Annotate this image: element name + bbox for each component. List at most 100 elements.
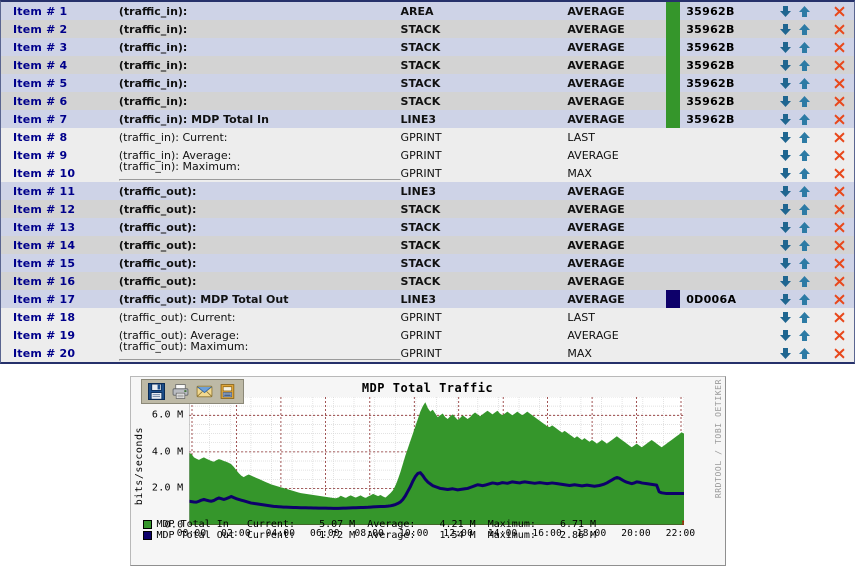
move-up-icon[interactable]: [798, 347, 811, 360]
move-up-icon[interactable]: [798, 149, 811, 162]
move-up-icon[interactable]: [798, 59, 811, 72]
move-down-icon[interactable]: [779, 113, 792, 126]
move-up-icon[interactable]: [798, 185, 811, 198]
move-up-icon[interactable]: [798, 23, 811, 36]
mail-icon[interactable]: [194, 382, 215, 402]
move-down-icon[interactable]: [779, 203, 792, 216]
delete-icon[interactable]: [833, 167, 845, 179]
move-down-icon[interactable]: [779, 5, 792, 18]
move-down-icon[interactable]: [779, 41, 792, 54]
move-down-icon[interactable]: [779, 77, 792, 90]
item-consolidation-function: AVERAGE: [567, 184, 625, 198]
item-number-link[interactable]: Item # 20: [1, 347, 119, 360]
move-up-icon[interactable]: [798, 131, 811, 144]
item-number-link[interactable]: Item # 3: [1, 41, 119, 54]
item-delete-cell: [824, 329, 854, 341]
move-up-icon[interactable]: [798, 77, 811, 90]
item-delete-cell: [824, 149, 854, 161]
move-down-icon[interactable]: [779, 311, 792, 324]
move-up-icon[interactable]: [798, 257, 811, 270]
delete-icon[interactable]: [833, 311, 845, 323]
item-number-link[interactable]: Item # 7: [1, 113, 119, 126]
print-icon[interactable]: [170, 382, 191, 402]
move-down-icon[interactable]: [779, 131, 792, 144]
copy-icon[interactable]: [218, 382, 239, 402]
move-up-icon[interactable]: [798, 95, 811, 108]
move-up-icon[interactable]: [798, 41, 811, 54]
move-down-icon[interactable]: [779, 95, 792, 108]
move-down-icon[interactable]: [779, 293, 792, 306]
item-consolidation-function: AVERAGE: [567, 40, 625, 54]
delete-icon[interactable]: [833, 239, 845, 251]
item-number-link[interactable]: Item # 15: [1, 257, 119, 270]
delete-icon[interactable]: [833, 113, 845, 125]
move-down-icon[interactable]: [779, 221, 792, 234]
item-number-link[interactable]: Item # 2: [1, 23, 119, 36]
item-number-link[interactable]: Item # 13: [1, 221, 119, 234]
graph-toolbar[interactable]: [140, 379, 244, 404]
item-number-link[interactable]: Item # 11: [1, 185, 119, 198]
move-up-icon[interactable]: [798, 293, 811, 306]
move-down-icon[interactable]: [779, 239, 792, 252]
legend-average-value: 1.54 M: [415, 530, 476, 541]
delete-icon[interactable]: [833, 293, 845, 305]
delete-icon[interactable]: [833, 203, 845, 215]
item-reorder-cell: [766, 293, 824, 306]
legend-item: MDP Total Out Current: 1.72 M Average: 1…: [142, 530, 596, 541]
move-up-icon[interactable]: [798, 311, 811, 324]
move-down-icon[interactable]: [779, 275, 792, 288]
move-down-icon[interactable]: [779, 167, 792, 180]
delete-icon[interactable]: [833, 5, 845, 17]
item-number-link[interactable]: Item # 12: [1, 203, 119, 216]
move-up-icon[interactable]: [798, 275, 811, 288]
item-reorder-cell: [766, 257, 824, 270]
delete-icon[interactable]: [833, 131, 845, 143]
color-swatch: [666, 74, 681, 92]
move-down-icon[interactable]: [779, 23, 792, 36]
item-reorder-cell: [766, 275, 824, 288]
delete-icon[interactable]: [833, 257, 845, 269]
move-up-icon[interactable]: [798, 5, 811, 18]
delete-icon[interactable]: [833, 95, 845, 107]
save-icon[interactable]: [146, 382, 167, 402]
item-number-link[interactable]: Item # 1: [1, 5, 119, 18]
delete-icon[interactable]: [833, 347, 845, 359]
delete-icon[interactable]: [833, 221, 845, 233]
item-number-link[interactable]: Item # 19: [1, 329, 119, 342]
item-number-link[interactable]: Item # 14: [1, 239, 119, 252]
item-number-link[interactable]: Item # 18: [1, 311, 119, 324]
move-up-icon[interactable]: [798, 203, 811, 216]
item-graph-type: GPRINT: [400, 166, 442, 180]
delete-icon[interactable]: [833, 329, 845, 341]
move-up-icon[interactable]: [798, 221, 811, 234]
move-up-icon[interactable]: [798, 329, 811, 342]
move-down-icon[interactable]: [779, 347, 792, 360]
move-down-icon[interactable]: [779, 149, 792, 162]
delete-icon[interactable]: [833, 275, 845, 287]
item-description: (traffic_out):: [118, 202, 197, 216]
move-up-icon[interactable]: [798, 239, 811, 252]
move-down-icon[interactable]: [779, 329, 792, 342]
item-number-link[interactable]: Item # 16: [1, 275, 119, 288]
delete-icon[interactable]: [833, 23, 845, 35]
move-down-icon[interactable]: [779, 185, 792, 198]
delete-icon[interactable]: [833, 149, 845, 161]
move-up-icon[interactable]: [798, 113, 811, 126]
move-down-icon[interactable]: [779, 59, 792, 72]
item-number-link[interactable]: Item # 8: [1, 131, 119, 144]
color-swatch: [666, 92, 681, 110]
move-up-icon[interactable]: [798, 167, 811, 180]
delete-icon[interactable]: [833, 185, 845, 197]
move-down-icon[interactable]: [779, 257, 792, 270]
delete-icon[interactable]: [833, 41, 845, 53]
color-swatch-empty: [666, 164, 680, 182]
item-number-link[interactable]: Item # 17: [1, 293, 119, 306]
item-number-link[interactable]: Item # 6: [1, 95, 119, 108]
delete-icon[interactable]: [833, 59, 845, 71]
item-number-link[interactable]: Item # 5: [1, 77, 119, 90]
item-number-link[interactable]: Item # 10: [1, 167, 119, 180]
delete-icon[interactable]: [833, 77, 845, 89]
item-number-link[interactable]: Item # 9: [1, 149, 119, 162]
item-number-link[interactable]: Item # 4: [1, 59, 119, 72]
item-color-cell: [666, 236, 766, 254]
